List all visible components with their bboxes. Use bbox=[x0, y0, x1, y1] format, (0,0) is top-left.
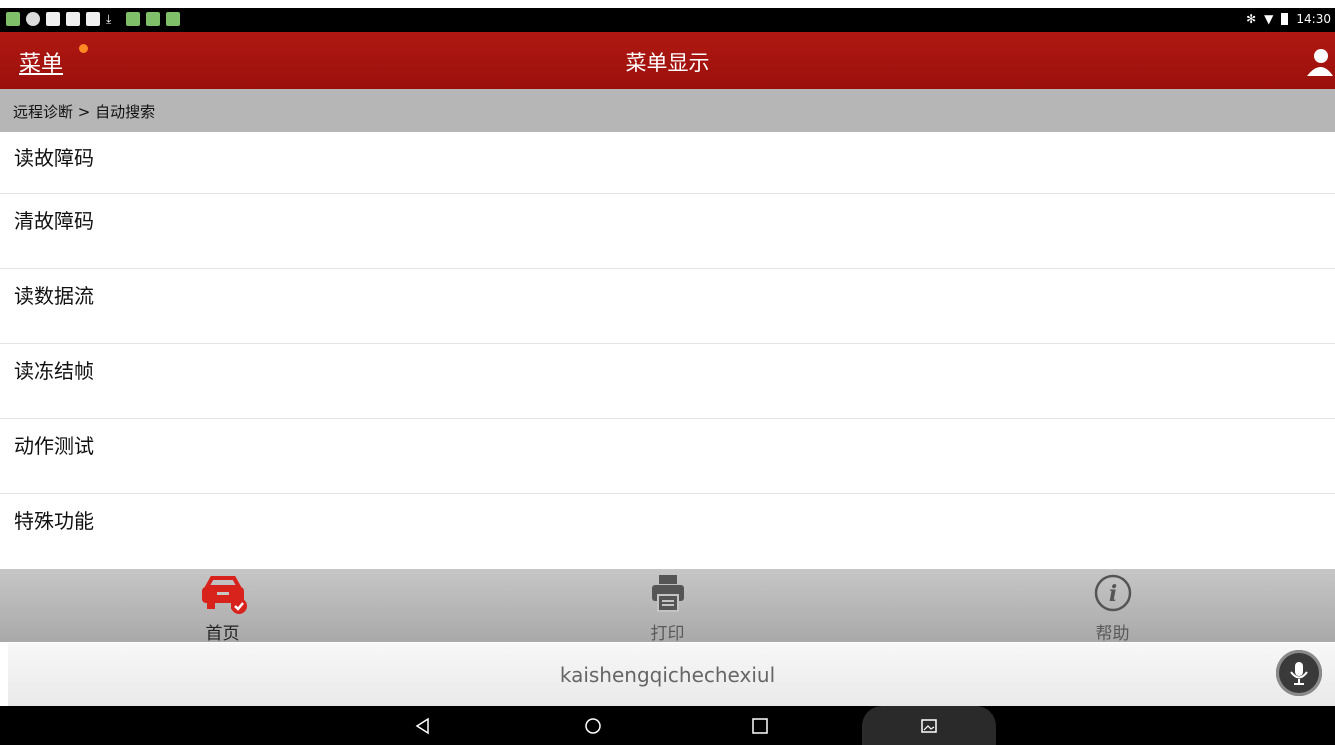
recents-icon[interactable] bbox=[751, 717, 769, 735]
microphone-icon bbox=[1290, 662, 1308, 685]
status-bar: ⤓ ✻ ▼ 14:30 bbox=[0, 8, 1335, 32]
list-item-label: 读冻结帧 bbox=[14, 359, 94, 383]
page-title: 菜单显示 bbox=[625, 51, 710, 75]
headset-icon bbox=[26, 12, 40, 26]
breadcrumb-text: 远程诊断 > 自动搜索 bbox=[13, 103, 156, 121]
android-app-icon bbox=[146, 12, 160, 26]
app-icon bbox=[126, 12, 140, 26]
list-item-label: 动作测试 bbox=[14, 434, 94, 458]
list-item[interactable]: 读冻结帧 bbox=[0, 344, 1335, 419]
system-nav-bar bbox=[0, 706, 1335, 745]
list-item[interactable]: 动作测试 bbox=[0, 419, 1335, 494]
user-icon[interactable] bbox=[1303, 46, 1333, 76]
screenshot-icon bbox=[921, 719, 937, 733]
car-icon bbox=[201, 576, 247, 614]
list-item[interactable]: 清故障码 bbox=[0, 194, 1335, 269]
list-item-label: 读数据流 bbox=[14, 284, 94, 308]
bluetooth-icon: ✻ bbox=[1246, 12, 1257, 26]
square-icon bbox=[86, 12, 100, 26]
tab-home-label: 首页 bbox=[205, 624, 240, 644]
top-caption-strip bbox=[0, 0, 1335, 8]
download-icon: ⤓ bbox=[106, 12, 112, 26]
square-icon bbox=[66, 12, 80, 26]
battery-icon bbox=[1281, 13, 1289, 25]
printer-icon bbox=[651, 575, 684, 612]
bottom-tab-bar: 首页 打印 i 帮助 bbox=[0, 569, 1335, 644]
list-item[interactable]: 读故障码 bbox=[0, 132, 1335, 194]
search-text: kaishengqichechexiul bbox=[559, 663, 776, 687]
microphone-button[interactable] bbox=[1276, 650, 1322, 696]
list-item-label: 读故障码 bbox=[14, 146, 94, 170]
tab-home[interactable]: 首页 bbox=[0, 569, 445, 644]
info-icon: i bbox=[1094, 574, 1131, 612]
clock: 14:30 bbox=[1296, 12, 1331, 26]
svg-text:i: i bbox=[1108, 581, 1116, 607]
tab-help[interactable]: i 帮助 bbox=[890, 569, 1335, 644]
app-bar: 菜单 菜单显示 bbox=[0, 32, 1335, 89]
back-icon[interactable] bbox=[414, 717, 432, 735]
status-right: ✻ ▼ 14:30 bbox=[1246, 12, 1331, 26]
menu-list: 读故障码 清故障码 读数据流 读冻结帧 动作测试 特殊功能 bbox=[0, 132, 1335, 569]
tab-help-label: 帮助 bbox=[1095, 624, 1130, 644]
wifi-icon: ▼ bbox=[1264, 12, 1274, 26]
breadcrumb: 远程诊断 > 自动搜索 bbox=[0, 89, 1335, 132]
list-item[interactable]: 特殊功能 bbox=[0, 494, 1335, 569]
tab-print-label: 打印 bbox=[650, 624, 685, 644]
app-icon bbox=[166, 12, 180, 26]
android-app-icon bbox=[6, 12, 20, 26]
list-item-label: 特殊功能 bbox=[14, 509, 94, 533]
tab-print[interactable]: 打印 bbox=[445, 569, 890, 644]
list-item-label: 清故障码 bbox=[14, 209, 94, 233]
image-icon bbox=[46, 12, 60, 26]
home-icon[interactable] bbox=[584, 717, 602, 735]
search-bar[interactable]: kaishengqichechexiul bbox=[8, 643, 1335, 706]
list-item[interactable]: 读数据流 bbox=[0, 269, 1335, 344]
notification-icons: ⤓ bbox=[6, 12, 180, 26]
